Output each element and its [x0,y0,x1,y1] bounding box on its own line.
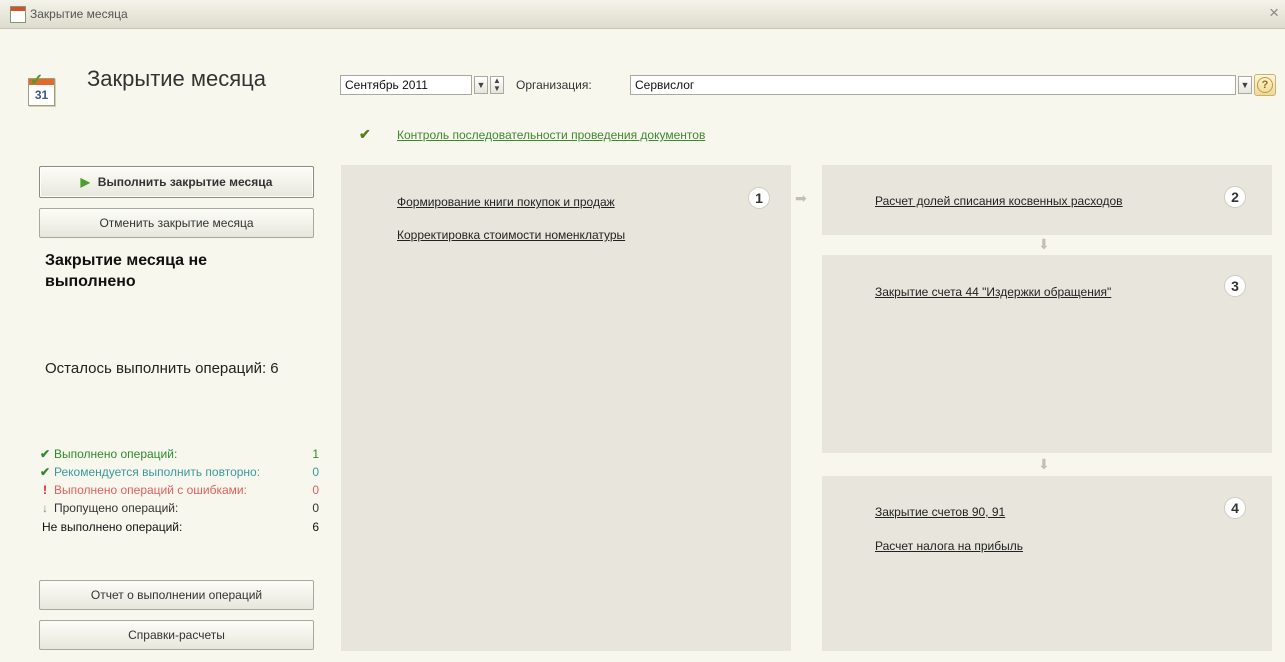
step-4-number: 4 [1224,497,1246,519]
page-title: Закрытие месяца [87,66,267,91]
step-2-number: 2 [1224,186,1246,208]
step-3-panel: Закрытие счета 44 "Издержки обращения" 3 [822,255,1272,453]
help-button[interactable]: ? [1254,74,1276,96]
step-1-number: 1 [748,187,770,209]
period-field[interactable]: Сентябрь 2011 [340,75,472,95]
org-label: Организация: [516,78,592,92]
play-icon: ▶ [80,175,90,189]
cancel-close-button[interactable]: Отменить закрытие месяца [39,208,314,238]
period-dropdown-button[interactable]: ▼ [474,76,488,94]
check-pencil-icon: ✔ [359,126,371,142]
down-arrow-icon: ↓ [42,501,48,515]
calendar-app-icon [10,6,26,23]
status-text: Закрытие месяца не выполнено [45,252,208,290]
org-field[interactable]: Сервислог [630,75,1236,95]
references-button[interactable]: Справки-расчеты [39,620,314,650]
control-sequence-link[interactable]: Контроль последовательности проведения д… [397,128,705,142]
op-indirect-costs[interactable]: Расчет долей списания косвенных расходов [875,194,1123,208]
period-spin-button[interactable]: ▲ ▼ [490,76,504,94]
stat-not-done: Не выполнено операций: 6 [42,520,319,534]
op-close-account-44[interactable]: Закрытие счета 44 "Издержки обращения" [875,285,1111,299]
stat-repeat: ✔ Рекомендуется выполнить повторно: 0 [39,465,319,479]
step-4-panel: Закрытие счетов 90, 91 Расчет налога на … [822,476,1272,651]
op-nomenclature-correction[interactable]: Корректировка стоимости номенклатуры [397,228,625,242]
window-titlebar: Закрытие месяца × [0,0,1285,29]
step-1-panel: Формирование книги покупок и продаж Корр… [341,165,791,651]
stat-errors: ! Выполнено операций с ошибками: 0 [39,483,319,499]
window-title: Закрытие месяца [30,7,128,21]
close-icon[interactable]: × [1269,3,1279,23]
org-dropdown-button[interactable]: ▼ [1238,76,1252,94]
execute-close-button[interactable]: ▶ Выполнить закрытие месяца [39,166,314,198]
op-profit-tax[interactable]: Расчет налога на прибыль [875,539,1023,553]
down-arrow-icon: ⬇ [1038,236,1050,252]
stat-skipped: ↓ Пропущено операций: 0 [39,501,319,517]
exclamation-icon: ! [43,483,47,497]
check-icon: ✔ [39,447,51,461]
check-icon: ✔ [39,465,51,479]
op-close-accounts-90-91[interactable]: Закрытие счетов 90, 91 [875,505,1005,519]
step-2-panel: Расчет долей списания косвенных расходов… [822,165,1272,235]
right-arrow-icon: ➡ [795,190,807,206]
stat-completed: ✔ Выполнено операций: 1 [39,447,319,461]
step-3-number: 3 [1224,275,1246,297]
down-arrow-icon: ⬇ [1038,456,1050,472]
report-button[interactable]: Отчет о выполнении операций [39,580,314,610]
op-purchase-book[interactable]: Формирование книги покупок и продаж [397,195,615,209]
remaining-text: Осталось выполнить операций: 6 [45,360,279,377]
calendar-icon: 31 ✓ [26,72,56,106]
help-icon: ? [1257,77,1273,93]
